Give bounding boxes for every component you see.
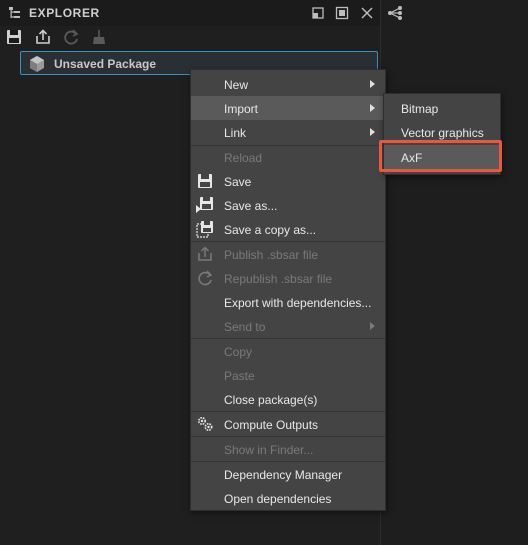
republish-icon[interactable] <box>62 28 80 46</box>
save-as-icon <box>196 197 213 213</box>
save-icon[interactable] <box>5 28 23 46</box>
chevron-right-icon <box>370 322 375 330</box>
publish-icon[interactable] <box>34 28 52 46</box>
submenu-item-bitmap[interactable]: Bitmap <box>384 96 500 120</box>
clean-icon[interactable] <box>90 28 108 46</box>
menu-item-export-dependencies[interactable]: Export with dependencies... <box>191 290 385 314</box>
menu-item-copy[interactable]: Copy <box>191 339 385 363</box>
menu-item-save-as[interactable]: Save as... <box>191 193 385 217</box>
menu-item-republish[interactable]: Republish .sbsar file <box>191 266 385 290</box>
explorer-toolbar <box>0 26 380 48</box>
menu-item-open-dependencies[interactable]: Open dependencies <box>191 486 385 510</box>
save-icon <box>198 174 212 188</box>
package-label: Unsaved Package <box>54 57 157 71</box>
save-copy-icon <box>196 221 213 238</box>
import-submenu: Bitmap Vector graphics AxF <box>383 93 501 175</box>
chevron-right-icon <box>370 104 375 112</box>
menu-item-save[interactable]: Save <box>191 169 385 193</box>
submenu-item-axf[interactable]: AxF <box>384 145 500 169</box>
chevron-right-icon <box>370 80 375 88</box>
graph-pane <box>381 0 528 545</box>
maximize-icon[interactable] <box>335 6 349 20</box>
menu-item-dependency-manager[interactable]: Dependency Manager <box>191 462 385 486</box>
menu-item-send-to[interactable]: Send to <box>191 314 385 338</box>
publish-icon <box>198 246 212 261</box>
panel-title: EXPLORER <box>29 6 100 20</box>
graph-icon <box>388 6 402 20</box>
close-icon[interactable] <box>360 6 374 20</box>
menu-item-paste[interactable]: Paste <box>191 363 385 387</box>
package-cube-icon <box>30 56 44 72</box>
gears-icon <box>197 416 213 432</box>
menu-item-link[interactable]: Link <box>191 120 385 144</box>
tree-icon <box>9 7 20 18</box>
menu-item-reload[interactable]: Reload <box>191 145 385 169</box>
menu-item-new[interactable]: New <box>191 72 385 96</box>
app-window: EXPLORER Unsaved Package New Import Link… <box>0 0 528 545</box>
restore-icon[interactable] <box>311 6 325 20</box>
context-menu: New Import Link Reload Save Save as... S… <box>190 69 386 511</box>
menu-item-close-packages[interactable]: Close package(s) <box>191 387 385 411</box>
menu-item-compute-outputs[interactable]: Compute Outputs <box>191 412 385 436</box>
menu-item-import[interactable]: Import <box>191 96 385 120</box>
submenu-item-vector-graphics[interactable]: Vector graphics <box>384 120 500 144</box>
chevron-right-icon <box>370 128 375 136</box>
menu-item-show-in-finder[interactable]: Show in Finder... <box>191 437 385 461</box>
menu-item-publish[interactable]: Publish .sbsar file <box>191 242 385 266</box>
explorer-header: EXPLORER <box>0 0 380 26</box>
republish-icon <box>198 270 213 286</box>
menu-item-save-copy[interactable]: Save a copy as... <box>191 217 385 241</box>
